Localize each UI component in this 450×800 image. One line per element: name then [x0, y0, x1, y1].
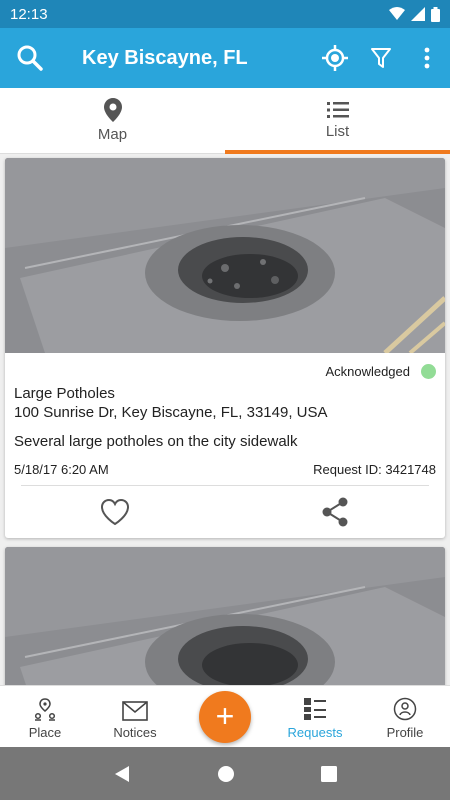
view-tabs: Map List — [0, 88, 450, 154]
wifi-icon — [389, 7, 405, 20]
pothole-photo[interactable] — [5, 158, 445, 353]
tab-map[interactable]: Map — [0, 88, 225, 153]
place-icon — [34, 698, 56, 721]
mail-icon — [122, 701, 148, 721]
like-button[interactable] — [5, 486, 225, 538]
meta-row: 5/18/17 6:20 AM Request ID: 3421748 — [14, 462, 436, 477]
more-vert-icon — [424, 47, 430, 69]
new-request-button[interactable]: + — [199, 690, 251, 743]
request-details: Acknowledged Large Potholes 100 Sunrise … — [5, 353, 445, 477]
nav-notices[interactable]: Notices — [90, 686, 180, 747]
pothole-photo[interactable] — [5, 547, 445, 685]
home-icon[interactable] — [217, 765, 235, 783]
status-icons — [389, 6, 440, 22]
share-icon — [322, 497, 348, 527]
request-description: Several large potholes on the city sidew… — [14, 433, 298, 450]
recents-icon[interactable] — [321, 765, 337, 782]
tab-list[interactable]: List — [225, 88, 450, 154]
request-card[interactable]: Acknowledged Large Potholes 100 Sunrise … — [5, 158, 445, 538]
share-button[interactable] — [225, 486, 445, 538]
signal-icon — [411, 7, 425, 21]
crosshair-icon — [322, 45, 348, 71]
bottom-nav: Place Notices + Requests Profile — [0, 685, 450, 747]
filter-icon — [371, 48, 391, 68]
pothole-image — [5, 547, 445, 685]
status-row: Acknowledged — [14, 361, 436, 381]
list-icon — [326, 102, 349, 118]
status-text: Acknowledged — [325, 363, 410, 379]
request-card[interactable] — [5, 547, 445, 685]
location-title[interactable]: Key Biscayne, FL — [82, 47, 312, 70]
nav-requests[interactable]: Requests — [270, 686, 360, 747]
request-address: 100 Sunrise Dr, Key Biscayne, FL, 33149,… — [14, 404, 328, 421]
status-bar: 12:13 — [0, 0, 450, 28]
tab-list-label: List — [325, 123, 350, 140]
nav-place-label: Place — [28, 725, 62, 740]
search-icon — [17, 45, 43, 71]
nav-profile-label: Profile — [386, 725, 424, 740]
search-button[interactable] — [0, 28, 60, 88]
nav-place[interactable]: Place — [0, 686, 90, 747]
app-bar: Key Biscayne, FL — [0, 28, 450, 88]
battery-icon — [431, 6, 440, 22]
map-pin-icon — [103, 98, 122, 122]
card-actions — [5, 486, 445, 538]
status-time: 12:13 — [10, 5, 48, 23]
heart-icon — [100, 498, 130, 526]
tab-map-label: Map — [97, 126, 128, 143]
status-dot — [421, 363, 436, 379]
more-options-button[interactable] — [404, 28, 450, 88]
fab-container: + — [180, 686, 270, 747]
my-location-button[interactable] — [312, 28, 358, 88]
pothole-image — [5, 158, 445, 353]
request-list[interactable]: Acknowledged Large Potholes 100 Sunrise … — [0, 154, 450, 685]
request-title: Large Potholes — [14, 385, 115, 402]
nav-notices-label: Notices — [113, 725, 157, 740]
system-nav-bar — [0, 747, 450, 800]
filter-button[interactable] — [358, 28, 404, 88]
profile-icon — [393, 697, 417, 721]
requests-icon — [304, 698, 326, 720]
request-datetime: 5/18/17 6:20 AM — [14, 462, 109, 477]
nav-profile[interactable]: Profile — [360, 686, 450, 747]
request-id: Request ID: 3421748 — [313, 462, 436, 477]
back-icon[interactable] — [113, 765, 131, 783]
nav-requests-label: Requests — [287, 725, 343, 740]
